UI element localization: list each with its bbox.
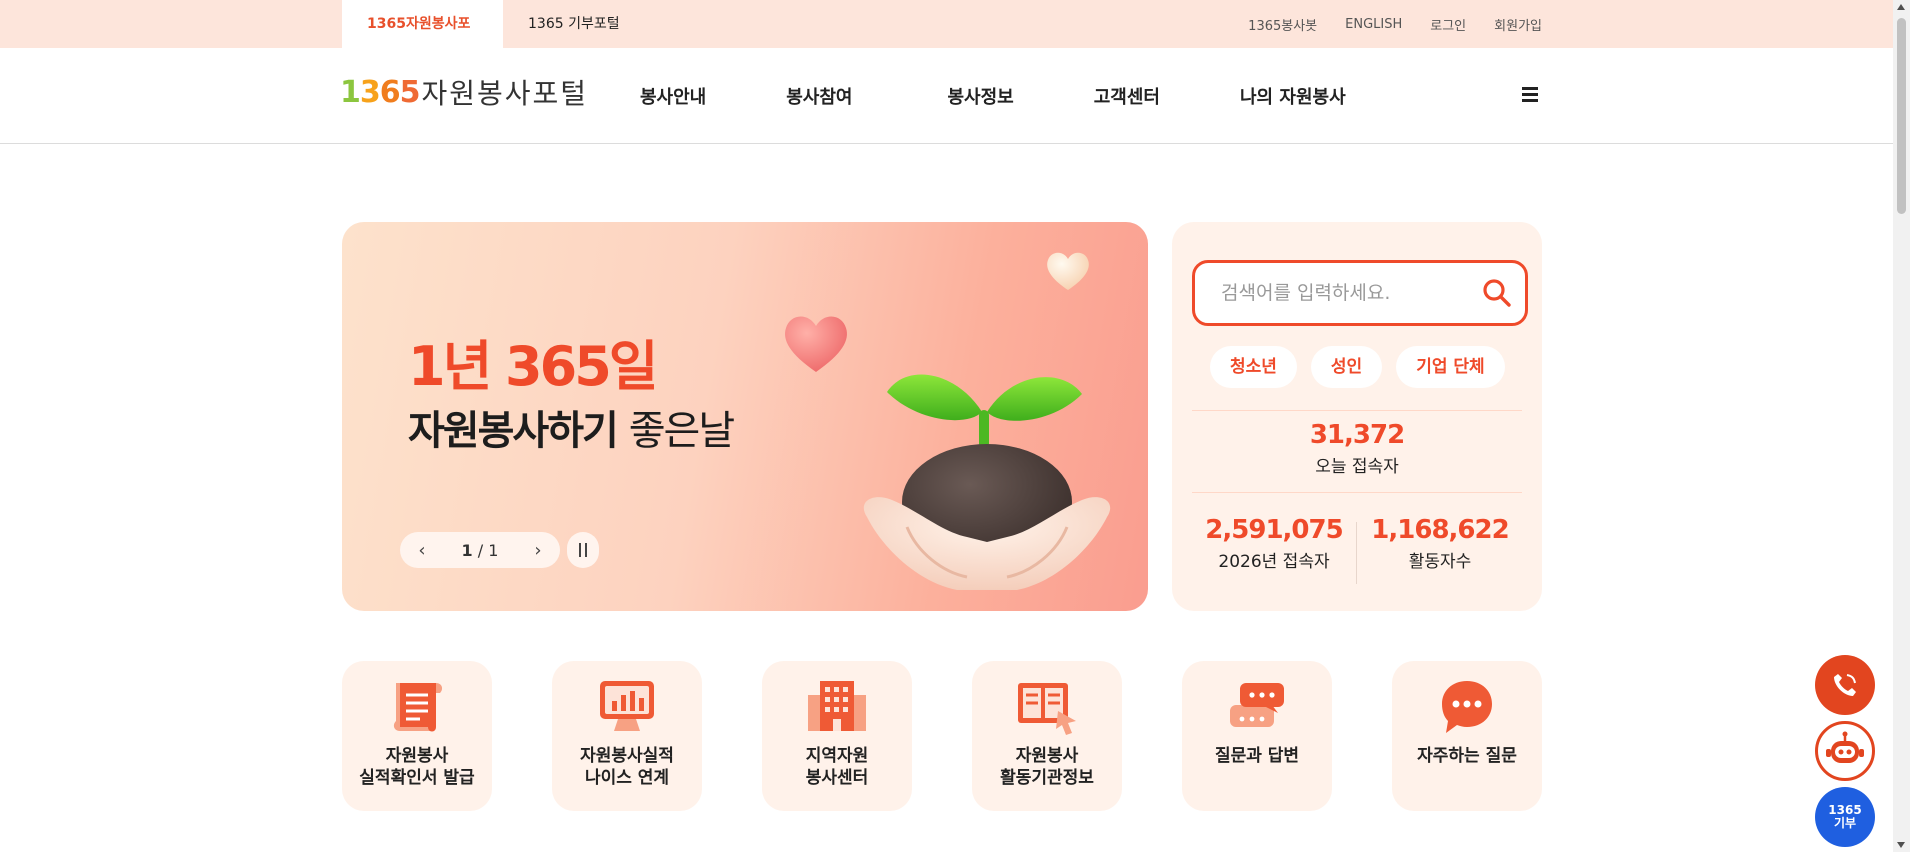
quick-qna[interactable]: 질문과 답변 [1182,661,1332,811]
tab-donation-portal[interactable]: 1365 기부포털 [503,0,645,48]
page-scrollbar[interactable] [1893,0,1910,852]
banner-subheadline-light: 좋은날 [628,408,735,454]
scroll-down-arrow-icon[interactable] [1897,842,1905,848]
nav-volunteer-participation[interactable]: 봉사참여 [786,83,852,109]
banner-pager: ‹ 1 / 1 › [400,532,560,568]
stat-today-visitors: 31,372 오늘 접속자 [1172,420,1542,477]
divider [1192,492,1522,493]
heart-icon [785,316,847,372]
banner-next-button[interactable]: › [530,540,546,561]
logo-digit: 5 [399,74,421,110]
search-icon[interactable] [1481,277,1513,309]
banner-page-count: 1 / 1 [462,541,499,560]
volunteer-bot-link[interactable]: 1365봉사봇 [1248,15,1317,34]
stat-year-visitors: 2,591,075 2026년 접속자 [1192,515,1356,572]
quick-label: 자원봉사 활동기관정보 [1000,746,1094,788]
phone-icon [1834,674,1856,696]
building-icon [808,681,866,731]
stat-value: 2,591,075 [1205,515,1343,545]
quick-faq[interactable]: 자주하는 질문 [1392,661,1542,811]
speech-bubble-icon [1442,681,1492,733]
stat-label: 오늘 접속자 [1315,457,1399,477]
chat-bubbles-icon [1230,683,1284,727]
banner-page-total: / 1 [477,540,499,560]
banner-subheadline-bold: 자원봉사하기 [408,408,619,454]
call-center-button[interactable] [1815,655,1875,715]
search-stats-panel: 청소년 성인 기업 단체 31,372 오늘 접속자 2,591,075 202… [1172,222,1542,611]
top-utility-bar: 1365자원봉사포털 1365 기부포털 1365봉사봇 ENGLISH 로그인… [0,0,1910,80]
chip-adult[interactable]: 성인 [1310,346,1383,388]
site-logo[interactable]: 1 3 6 5 자원봉사포털 [340,72,588,112]
heart-icon [1047,252,1089,290]
donation-label-line: 기부 [1833,816,1857,830]
certificate-scroll-icon [393,683,443,732]
quick-label: 자원봉사 실적확인서 발급 [359,746,475,788]
info-board-icon [1018,683,1076,735]
nav-my-volunteer[interactable]: 나의 자원봉사 [1240,83,1346,109]
hamburger-menu-icon[interactable] [1522,84,1544,108]
sprout-in-hands-illustration [863,374,1111,590]
logo-digit: 3 [359,74,381,110]
quick-org-info[interactable]: 자원봉사 활동기관정보 [972,661,1122,811]
nav-volunteer-guide[interactable]: 봉사안내 [640,83,706,109]
login-link[interactable]: 로그인 [1430,15,1466,34]
audience-chips: 청소년 성인 기업 단체 [1210,346,1505,388]
quick-menu: 자원봉사 실적확인서 발급 자원봉사실적 나이스 연계 지역자원 봉사센터 자원… [342,661,1542,811]
monitor-chart-icon [600,681,654,731]
main-navigation: 봉사안내 봉사참여 봉사정보 고객센터 나의 자원봉사 [640,48,1426,144]
english-link[interactable]: ENGLISH [1345,17,1402,32]
banner-page-current: 1 [461,540,473,560]
utility-links: 1365봉사봇 ENGLISH 로그인 회원가입 [1248,0,1542,48]
signup-link[interactable]: 회원가입 [1494,15,1542,34]
quick-neis-link[interactable]: 자원봉사실적 나이스 연계 [552,661,702,811]
quick-local-center[interactable]: 지역자원 봉사센터 [762,661,912,811]
donation-button-label: 1365 기부 [1828,804,1861,830]
search-box [1192,260,1528,326]
banner-headline: 1년 365일 [408,335,658,398]
search-input[interactable] [1221,282,1481,304]
quick-label: 질문과 답변 [1214,746,1300,766]
logo-digit: 1 [340,74,361,110]
divider [1192,410,1522,411]
scroll-up-arrow-icon[interactable] [1897,4,1905,10]
nav-volunteer-info[interactable]: 봉사정보 [948,83,1014,109]
logo-digit: 6 [379,74,401,110]
divider [1356,522,1357,584]
site-header: 1 3 6 5 자원봉사포털 봉사안내 봉사참여 봉사정보 고객센터 나의 자원… [0,48,1910,144]
banner-prev-button[interactable]: ‹ [414,540,430,561]
donation-label-line: 1365 [1828,803,1862,817]
quick-label: 지역자원 봉사센터 [805,746,869,788]
stat-active-volunteers: 1,168,622 활동자수 [1358,515,1522,572]
hero-banner[interactable]: 1년 365일 자원봉사하기 좋은날 ‹ 1 / 1 › [342,222,1148,611]
chip-corporate-group[interactable]: 기업 단체 [1396,346,1505,388]
stat-value: 31,372 [1309,420,1405,450]
donation-portal-button[interactable]: 1365 기부 [1815,787,1875,847]
quick-certificate-issue[interactable]: 자원봉사 실적확인서 발급 [342,661,492,811]
stat-label: 활동자수 [1408,552,1472,572]
banner-pause-button[interactable] [567,532,599,568]
nav-customer-center[interactable]: 고객센터 [1094,83,1160,109]
stat-label: 2026년 접속자 [1218,552,1330,572]
quick-label: 자원봉사실적 나이스 연계 [580,746,674,788]
logo-text: 자원봉사포털 [421,77,589,110]
scrollbar-thumb[interactable] [1897,18,1906,214]
quick-label: 자주하는 질문 [1417,746,1517,766]
banner-subheadline: 자원봉사하기 좋은날 [408,398,735,456]
chatbot-button[interactable] [1815,721,1875,781]
stat-value: 1,168,622 [1371,515,1509,545]
tab-volunteer-portal[interactable]: 1365자원봉사포털 [342,0,503,80]
chip-youth[interactable]: 청소년 [1210,346,1297,388]
robot-icon [1826,731,1864,763]
